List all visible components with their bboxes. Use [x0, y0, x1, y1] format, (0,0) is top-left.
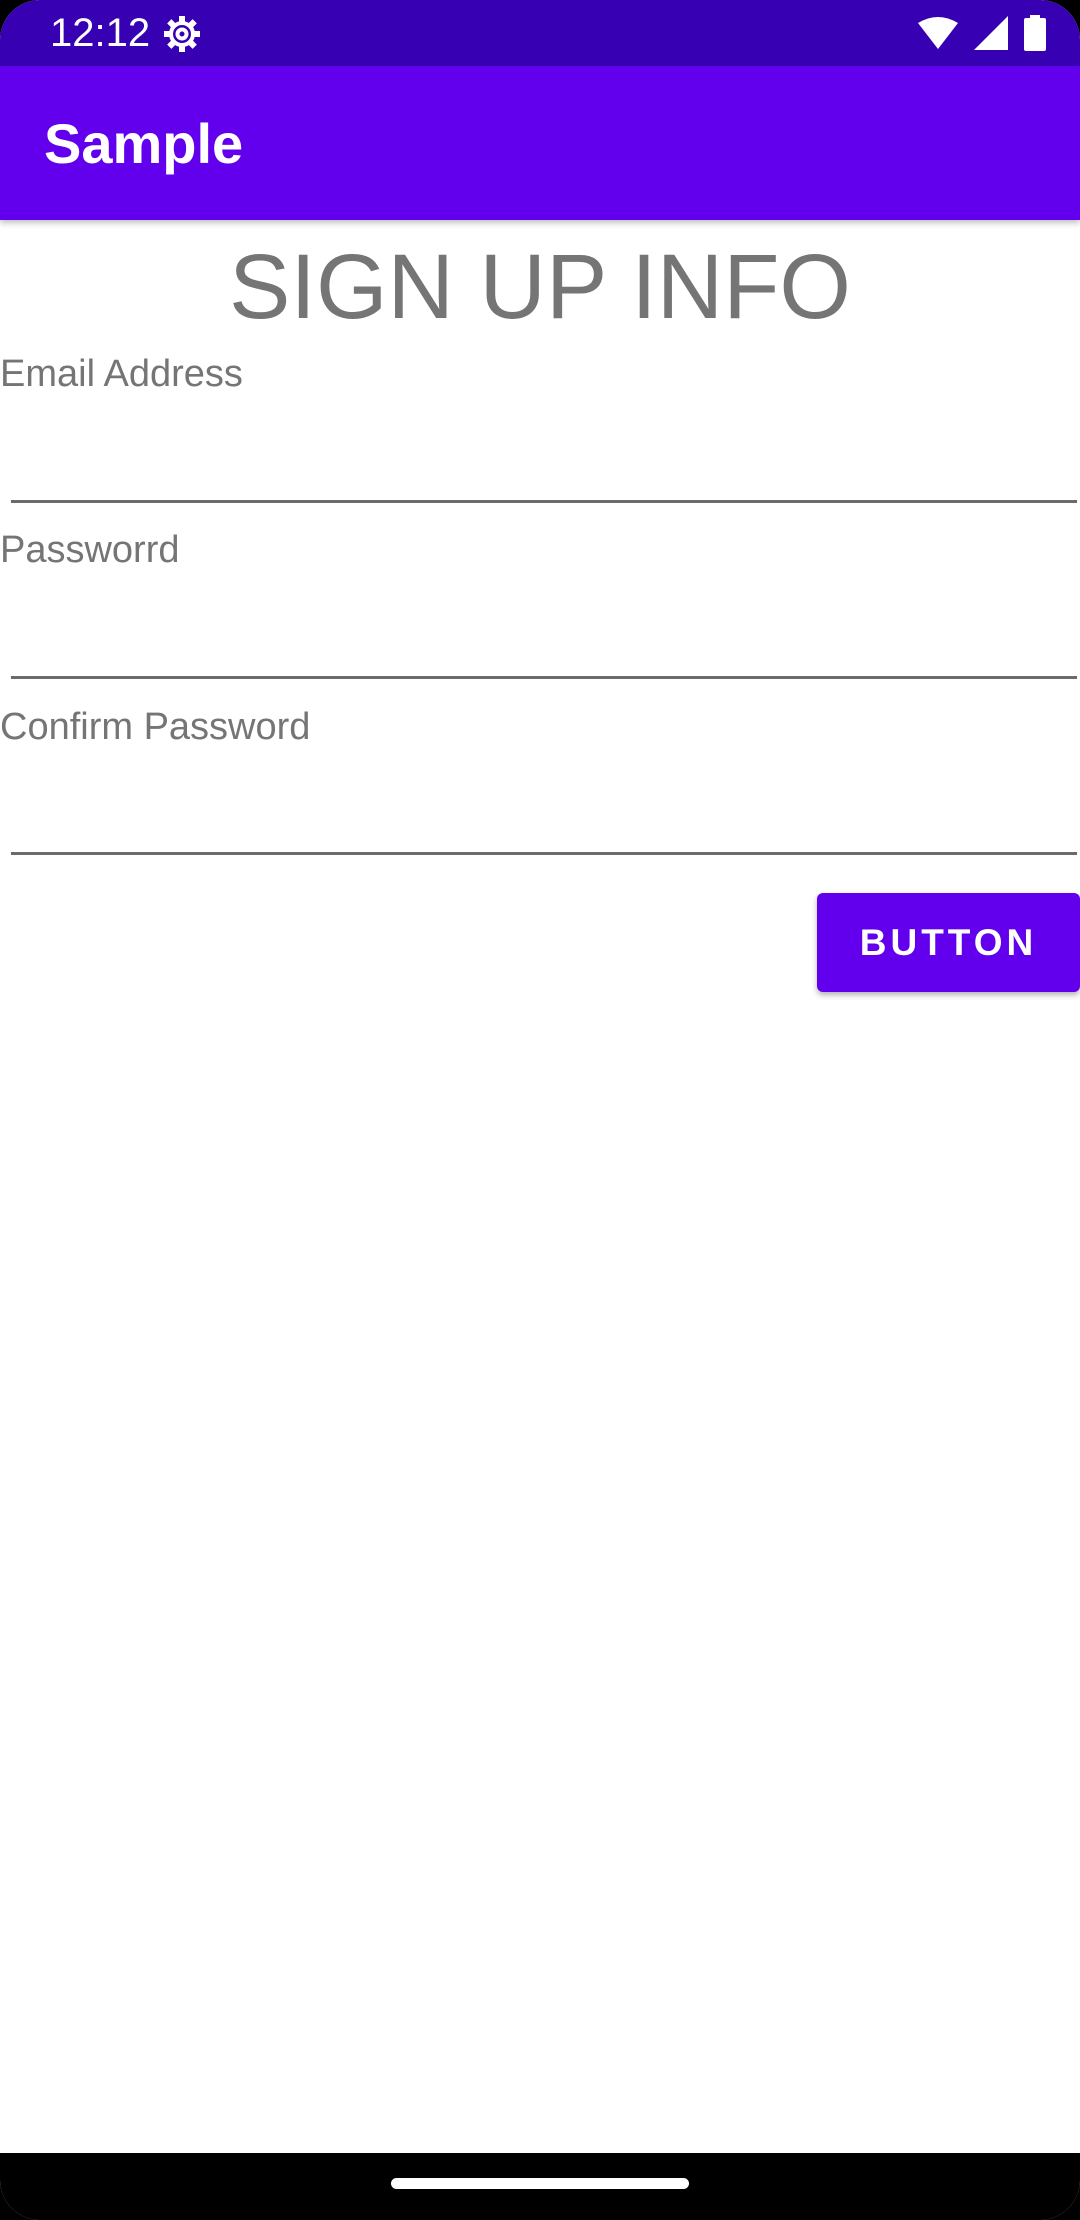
page-heading: SIGN UP INFO	[229, 236, 851, 338]
status-icons	[918, 15, 1046, 51]
password-field[interactable]	[11, 616, 1077, 679]
confirm-password-field[interactable]	[11, 792, 1077, 855]
cellular-signal-icon	[974, 16, 1008, 50]
app-bar: Sample	[0, 66, 1080, 220]
email-label: Email Address	[0, 353, 243, 395]
app-screen: 12:12 Sample SIGN UP INFO Email Address …	[0, 0, 1080, 2220]
home-gesture-handle[interactable]	[391, 2178, 689, 2189]
email-field[interactable]	[11, 440, 1077, 503]
settings-gear-icon	[162, 14, 202, 54]
status-bar: 12:12	[0, 0, 1080, 66]
confirm-password-label: Confirm Password	[0, 706, 311, 748]
status-time: 12:12	[50, 11, 151, 55]
battery-icon	[1024, 15, 1046, 51]
submit-button[interactable]: BUTTON	[817, 893, 1080, 992]
password-label: Passworrd	[0, 529, 180, 571]
wifi-icon	[918, 17, 958, 49]
app-title: Sample	[44, 112, 244, 175]
